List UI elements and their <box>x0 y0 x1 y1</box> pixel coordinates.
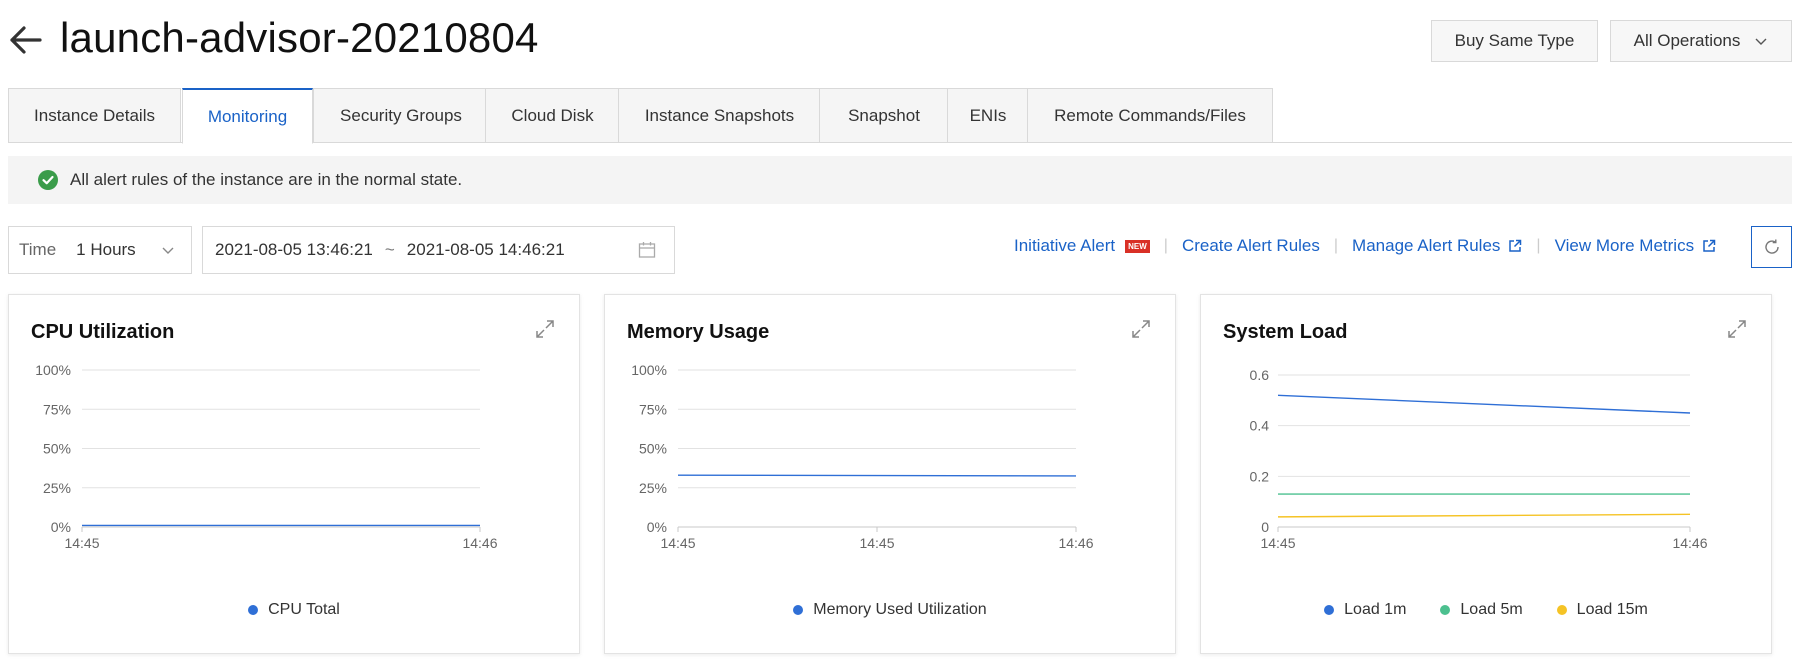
refresh-icon <box>1764 239 1779 254</box>
legend-item[interactable]: CPU Total <box>248 601 340 619</box>
alert-status-bar: All alert rules of the instance are in t… <box>8 156 1792 204</box>
chart-legend: CPU Total <box>9 601 579 619</box>
calendar-icon <box>638 242 656 258</box>
y-tick-label: 0% <box>51 519 71 535</box>
alert-message: All alert rules of the instance are in t… <box>70 170 463 189</box>
view-more-metrics-label: View More Metrics <box>1554 236 1695 255</box>
initiative-alert-link[interactable]: Initiative Alert NEW <box>1014 236 1150 256</box>
y-tick-label: 0% <box>647 519 667 535</box>
tab-instance-details[interactable]: Instance Details <box>8 88 181 143</box>
all-operations-dropdown[interactable]: All Operations <box>1610 20 1792 62</box>
legend-item[interactable]: Memory Used Utilization <box>793 601 987 619</box>
view-more-metrics-link[interactable]: View More Metrics <box>1555 236 1717 256</box>
y-tick-label: 0.4 <box>1250 418 1270 434</box>
back-arrow-icon[interactable] <box>8 22 44 58</box>
memory-usage-card: Memory Usage 100% 75% 50% 25% 0% 14:45 14:45 14… <box>604 294 1176 654</box>
all-operations-label: All Operations <box>1633 31 1741 50</box>
date-range-picker[interactable]: 2021-08-05 13:46:21 ~ 2021-08-05 14:46:2… <box>202 226 675 274</box>
cpu-utilization-chart: 100% 75% 50% 25% 0%14:45 14:46 <box>35 362 498 551</box>
legend-item[interactable]: Load 15m <box>1556 601 1648 619</box>
y-tick-label: 0.2 <box>1250 468 1270 484</box>
legend-dot <box>1324 605 1335 615</box>
range-start: 2021-08-05 13:46:21 <box>215 240 373 259</box>
y-tick-label: 50% <box>43 441 71 457</box>
x-tick-label: 14:46 <box>462 535 497 551</box>
x-tick-label: 14:45 <box>64 535 99 551</box>
check-circle-icon <box>38 170 58 190</box>
x-tick-label: 14:46 <box>1672 535 1707 551</box>
legend-item[interactable]: Load 5m <box>1440 601 1523 619</box>
x-tick-label: 14:45 <box>660 535 695 551</box>
refresh-button[interactable] <box>1751 226 1792 268</box>
tab-security-groups[interactable]: Security Groups <box>313 88 489 143</box>
manage-alert-rules-link[interactable]: Manage Alert Rules <box>1352 236 1522 256</box>
chevron-down-icon <box>1755 38 1767 45</box>
tab-instance-snapshots[interactable]: Instance Snapshots <box>618 88 821 143</box>
legend-item[interactable]: Load 1m <box>1324 601 1406 619</box>
time-label: Time <box>19 240 57 259</box>
legend-label: Load 1m <box>1344 601 1407 618</box>
legend-label: CPU Total <box>268 601 340 618</box>
separator: | <box>1333 237 1339 254</box>
legend-label: Load 15m <box>1576 601 1648 618</box>
y-tick-label: 100% <box>631 362 667 378</box>
series-line <box>1277 513 1691 518</box>
tab-cloud-disk[interactable]: Cloud Disk <box>485 88 620 143</box>
create-alert-rules-link[interactable]: Create Alert Rules <box>1182 236 1320 256</box>
y-tick-label: 75% <box>43 401 71 417</box>
y-tick-label: 25% <box>639 480 667 496</box>
legend-dot <box>1440 605 1451 615</box>
cpu-utilization-card: CPU Utilization 100% 75% 50% 25% 0% 14:45 14:4… <box>8 294 580 654</box>
series-line <box>1277 394 1691 414</box>
chevron-down-icon <box>162 247 174 254</box>
y-tick-label: 0.6 <box>1250 367 1270 383</box>
tab-monitoring[interactable]: Monitoring <box>182 88 313 144</box>
tab-snapshot[interactable]: Snapshot <box>819 88 949 143</box>
legend-label: Load 5m <box>1460 601 1523 618</box>
range-end: 2021-08-05 14:46:21 <box>406 240 565 259</box>
separator: | <box>1536 237 1541 254</box>
legend-dot <box>248 605 259 615</box>
y-tick-label: 25% <box>43 480 71 496</box>
y-tick-label: 0 <box>1261 519 1269 535</box>
chart-legend: Memory Used Utilization <box>605 601 1175 619</box>
system-load-chart: 0.6 0.4 0.2 014:45 14:46 <box>1250 367 1708 551</box>
legend-label: Memory Used Utilization <box>813 601 987 618</box>
initiative-alert-label: Initiative Alert <box>1014 236 1116 255</box>
system-load-card: System Load 0.6 0.4 0.2 0 14:45 14:46 Load 1m… <box>1200 294 1772 654</box>
chart-legend: Load 1m Load 5m Load 15m <box>1201 601 1771 619</box>
action-links: Initiative Alert NEW | Create Alert Rule… <box>1014 236 1716 256</box>
time-period-select[interactable]: Time 1 Hours <box>8 226 192 274</box>
series-line <box>677 474 1077 477</box>
legend-dot <box>1556 605 1567 615</box>
buy-same-type-button[interactable]: Buy Same Type <box>1431 20 1598 62</box>
x-tick-label: 14:45 <box>1260 535 1295 551</box>
separator: | <box>1163 237 1168 254</box>
y-tick-label: 100% <box>35 362 71 378</box>
memory-usage-chart: 100%75%50%25%0%14:45 14:45 14:46 <box>631 362 1094 551</box>
x-tick-label: 14:46 <box>1058 535 1093 551</box>
new-badge: NEW <box>1125 239 1150 253</box>
range-separator: ~ <box>384 240 395 259</box>
time-value: 1 Hours <box>76 240 136 259</box>
y-tick-label: 50% <box>639 441 667 457</box>
tab-bar: Instance Details Monitoring Security Gro… <box>8 88 1792 144</box>
legend-dot <box>793 605 804 615</box>
external-link-icon <box>1703 239 1716 252</box>
tab-remote-commands[interactable]: Remote Commands/Files <box>1027 88 1273 143</box>
tab-enis[interactable]: ENIs <box>947 88 1029 143</box>
page-title: launch-advisor-20210804 <box>60 14 539 61</box>
y-tick-label: 75% <box>639 401 667 417</box>
x-tick-label: 14:45 <box>859 535 894 551</box>
manage-alert-rules-label: Manage Alert Rules <box>1352 236 1501 255</box>
external-link-icon <box>1509 239 1522 252</box>
